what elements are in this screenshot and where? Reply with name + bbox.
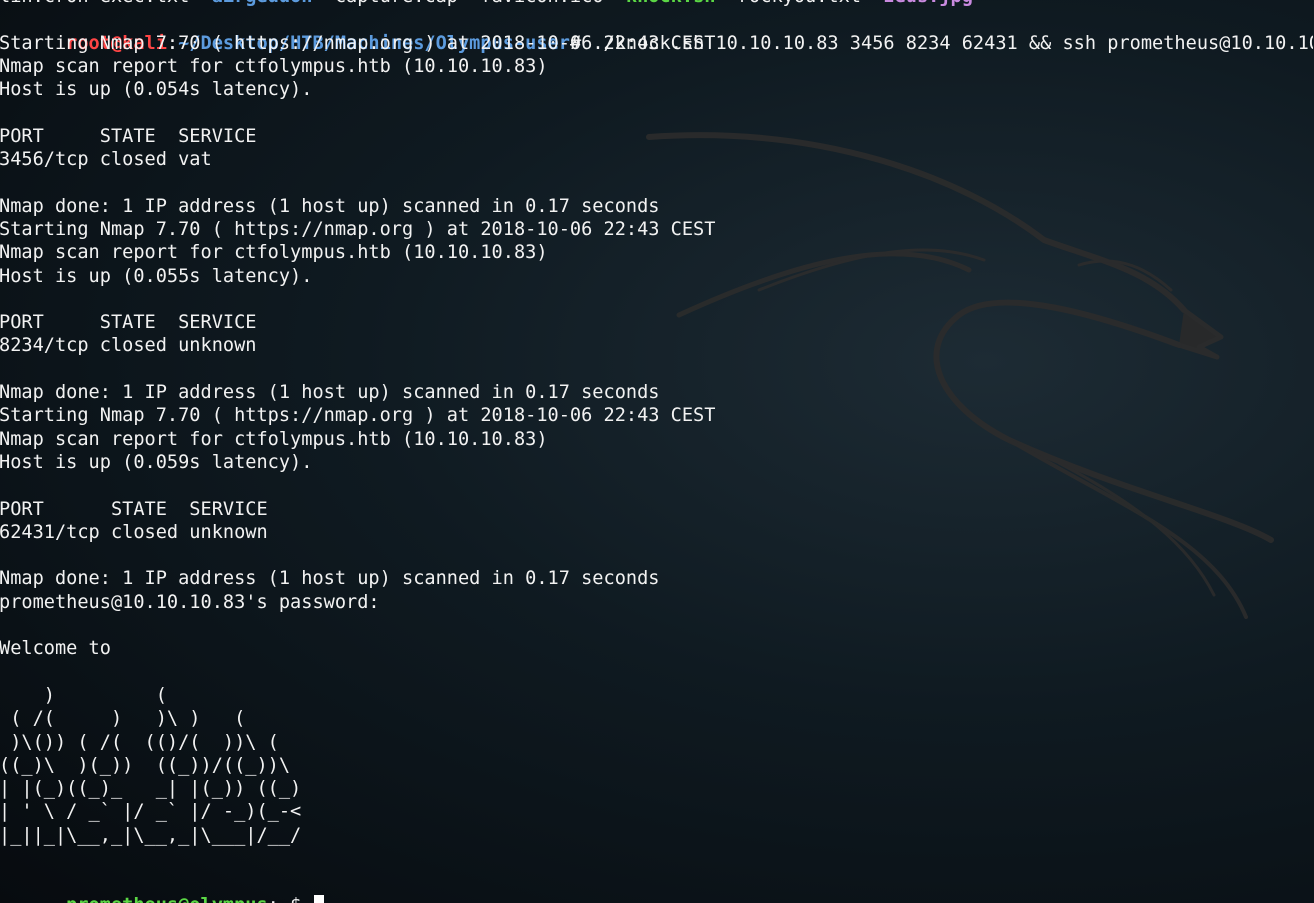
terminal-window[interactable]: lin.cron-exec.txt airgeddon capture.cap … [0, 0, 1313, 903]
command-prompt-line: root@kali:~/Desktop/HTB/Machines/Olympus… [0, 8, 1313, 54]
output-line: Welcome to [0, 638, 111, 660]
output-line: Host is up (0.055s latency). [0, 265, 313, 287]
output-line: ( /( ) )\ ) ( [0, 708, 246, 730]
output-line: | ' \ / _` |/ _` |/ -_)(_-< [0, 801, 302, 823]
output-line: Starting Nmap 7.70 ( https://nmap.org ) … [0, 218, 716, 240]
ls-entry: airgeddon [212, 0, 313, 7]
output-line: Nmap scan report for ctfolympus.htb (10.… [0, 242, 548, 264]
final-prompt-line[interactable]: prometheus@olympus:~$ [0, 870, 1313, 903]
output-line: 62431/tcp closed unknown [0, 521, 268, 543]
ls-entry: capture.cap favicon.ico [312, 0, 625, 7]
output-line: prometheus@10.10.10.83's password: [0, 591, 391, 613]
output-line: PORT STATE SERVICE [0, 312, 257, 334]
output-line: | |(_)((_)_ _| |(_)) ((_) [0, 778, 302, 800]
output-line: Nmap done: 1 IP address (1 host up) scan… [0, 195, 660, 217]
output-line: Host is up (0.054s latency). [0, 79, 313, 101]
ls-output-line: lin.cron-exec.txt airgeddon capture.cap … [0, 0, 1313, 8]
final-prompt-separator: : [268, 895, 279, 903]
final-prompt-path: ~ [279, 895, 290, 903]
command-output: Starting Nmap 7.70 ( https://nmap.org ) … [0, 32, 1313, 871]
output-line: Host is up (0.059s latency). [0, 451, 313, 473]
final-prompt-symbol: $ [290, 895, 312, 903]
final-prompt-user-host: prometheus@olympus [66, 895, 268, 903]
output-line: Nmap scan report for ctfolympus.htb (10.… [0, 428, 548, 450]
output-line: 3456/tcp closed vat [0, 149, 212, 171]
output-line: PORT STATE SERVICE [0, 125, 257, 147]
terminal-output: lin.cron-exec.txt airgeddon capture.cap … [0, 0, 1313, 903]
output-line: Nmap scan report for ctfolympus.htb (10.… [0, 55, 548, 77]
output-line: Nmap done: 1 IP address (1 host up) scan… [0, 382, 660, 404]
output-line: PORT STATE SERVICE [0, 498, 268, 520]
ls-entry: lin.cron-exec.txt [0, 0, 189, 7]
ls-entry: knock.sh [626, 0, 716, 7]
output-line: )\()) ( /( (()/( ))\ ( [0, 731, 279, 753]
ls-entry [189, 0, 211, 7]
output-line: |_||_|\__,_|\__,_|\___|/__/ [0, 824, 302, 846]
output-line: ((_)\ )(_)) ((_))/((_))\ [0, 754, 291, 776]
output-line: Nmap done: 1 IP address (1 host up) scan… [0, 568, 660, 590]
ls-entry: rockyou.txt [715, 0, 883, 7]
output-line: 8234/tcp closed unknown [0, 335, 257, 357]
output-line: ) ( [0, 684, 167, 706]
output-line: Starting Nmap 7.70 ( https://nmap.org ) … [0, 405, 716, 427]
ls-entry: zeus.jpg [883, 0, 973, 7]
cursor-block[interactable] [314, 894, 325, 903]
